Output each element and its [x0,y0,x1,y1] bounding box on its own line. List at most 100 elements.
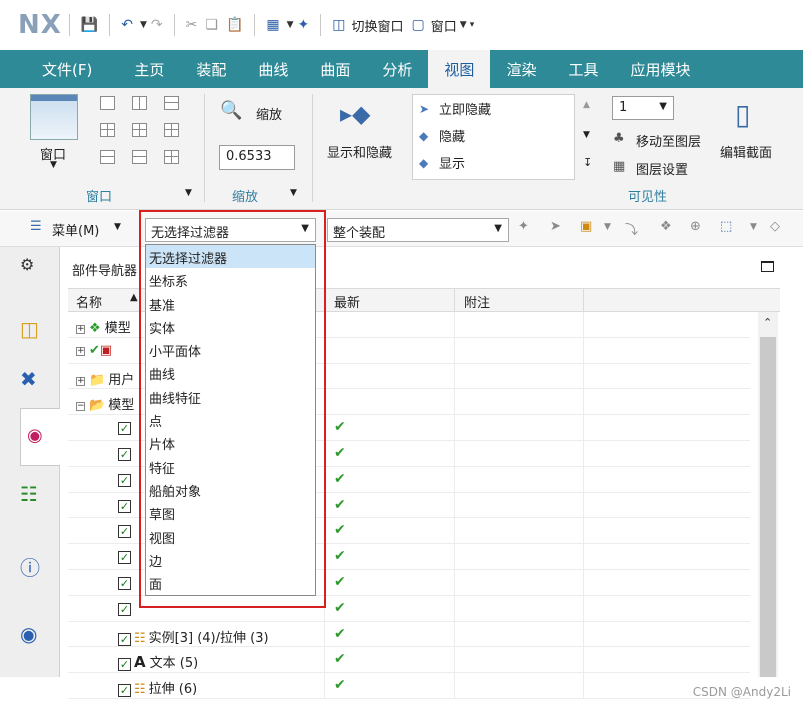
tab-surface[interactable]: 曲面 [304,50,366,88]
layout-three-right-icon[interactable] [132,123,147,137]
visibility-checkbox[interactable]: ✓ [118,525,131,539]
select-curve-icon[interactable]: ⤵ [625,219,638,238]
assembly-navigator-icon[interactable]: ◫ [20,317,39,341]
filter-option-point[interactable]: 点 [146,408,315,431]
select-feature-icon[interactable]: ➤ [550,219,561,234]
window-menu-button[interactable]: 窗口 [431,16,457,35]
visibility-checkbox[interactable]: ✓ [118,499,131,513]
tree-row[interactable]: ✓ ☷ 实例[3] (4)/拉伸 (3) ✔ [68,621,750,648]
edit-section-icon[interactable]: ▯ [735,98,750,131]
menu-icon[interactable]: ☰ [30,219,42,234]
scope-filter-select[interactable]: 整个装配 ▼ [327,218,509,242]
filter-option-curve-feature[interactable]: 曲线特征 [146,385,315,408]
save-icon[interactable]: 💾 [81,17,98,33]
visibility-checkbox[interactable]: ✓ [118,632,131,646]
redo-icon[interactable]: ↷ [151,17,163,33]
menu-dropdown-icon[interactable]: ▼ [114,222,121,232]
window-layout-icon[interactable]: ▦ [266,17,279,33]
switch-window-button[interactable]: 切换窗口 [352,16,404,35]
part-navigator-tab[interactable]: ◉ [20,408,62,466]
sort-up-icon[interactable]: ▲ [130,292,138,303]
show-and-hide-button[interactable]: 显示和隐藏 [327,142,392,161]
scrollbar-thumb[interactable] [760,337,776,677]
switch-window-icon[interactable]: ◫ [332,17,345,33]
maximize-icon[interactable] [761,261,774,272]
scroll-up-icon[interactable]: ⌃ [763,316,772,329]
zoom-value-field[interactable]: 0.6533 [219,145,295,170]
expand-icon[interactable]: + [76,376,85,386]
tab-assembly[interactable]: 装配 [180,50,242,88]
layer-select[interactable]: 1 ▼ [612,96,674,120]
vertical-scrollbar[interactable]: ⌃ [758,312,778,677]
filter-option-curve[interactable]: 曲线 [146,361,315,384]
list-scroll-up-icon[interactable]: ▲ [583,100,590,110]
filter-option-edge[interactable]: 边 [146,548,315,571]
column-note[interactable]: 附注 [464,292,490,311]
window-large-icon[interactable] [30,94,78,140]
layout-three-top-icon[interactable] [132,150,147,164]
list-scroll-down-icon[interactable]: ▼ [583,130,590,140]
info-icon[interactable]: ⓘ [20,552,40,581]
visibility-checkbox[interactable]: ✓ [118,447,131,461]
customize-icon[interactable]: ▾ [470,20,475,30]
list-item[interactable]: ◆ 显示 [413,149,574,176]
filter-option-facet-body[interactable]: 小平面体 [146,338,315,361]
layout-two-horizontal-icon[interactable] [164,96,179,110]
snap-point-icon[interactable]: ✦ [518,219,529,234]
visibility-checkbox[interactable]: ✓ [118,473,131,487]
cut-icon[interactable]: ✂ [186,17,198,33]
tab-tools[interactable]: 工具 [552,50,614,88]
window-group-dropdown-icon[interactable]: ▼ [185,188,192,198]
visibility-checkbox[interactable]: ✓ [118,602,131,616]
reuse-library-icon[interactable]: ☷ [20,482,38,506]
box-select-icon[interactable]: ⬚ [720,219,732,234]
eraser-icon[interactable]: ✦ [298,17,310,33]
window-dropdown-icon[interactable]: ▼ [460,20,467,30]
layout-six-icon[interactable] [164,150,179,164]
selection-intent-icon[interactable]: ▣ [580,219,592,234]
layout-three-bottom-icon[interactable] [100,150,115,164]
filter-option-feature[interactable]: 特征 [146,455,315,478]
column-name[interactable]: 名称 [76,292,102,311]
expand-icon[interactable]: + [76,346,85,356]
visibility-checkbox[interactable]: ✓ [118,422,131,436]
move-to-layer-button[interactable]: 移动至图层 [636,131,701,150]
copy-icon[interactable]: ❏ [205,17,218,33]
window-icon[interactable]: ▢ [412,17,425,33]
move-layer-icon[interactable]: ♣ [613,131,625,146]
column-latest[interactable]: 最新 [334,292,360,311]
filter-option-none[interactable]: 无选择过滤器 [146,245,315,269]
tab-file[interactable]: 文件(F) [0,50,119,88]
visibility-checkbox[interactable]: ✓ [118,684,131,698]
filter-option-solid-body[interactable]: 实体 [146,315,315,338]
undo-icon[interactable]: ↶ [121,17,133,33]
list-item[interactable]: ➤ 立即隐藏 [413,95,574,122]
window-layout-dropdown-icon[interactable]: ▼ [287,20,294,30]
undo-dropdown-icon[interactable]: ▼ [140,20,147,30]
visibility-checkbox[interactable]: ✓ [118,658,131,672]
zoom-button[interactable]: 缩放 [256,104,282,123]
collapse-icon[interactable]: − [76,402,85,412]
select-body-icon[interactable]: ⊕ [690,219,701,234]
tab-home[interactable]: 主页 [118,50,180,88]
edit-section-button[interactable]: 编辑截面 [720,142,772,161]
tree-row[interactable]: ✓ A 文本 (5) ✔ [68,647,750,674]
visibility-checkbox[interactable]: ✓ [118,576,131,590]
constraint-navigator-icon[interactable]: ✖ [20,367,37,391]
layer-settings-button[interactable]: 图层设置 [636,159,688,178]
more-icon[interactable]: ◇ [770,219,780,234]
selection-intent-dropdown-icon[interactable]: ▼ [604,222,611,232]
filter-option-ship-object[interactable]: 船舶对象 [146,478,315,501]
paste-icon[interactable]: 📋 [226,17,243,33]
filter-option-csys[interactable]: 坐标系 [146,268,315,291]
tab-render[interactable]: 渲染 [490,50,552,88]
box-select-dropdown-icon[interactable]: ▼ [750,222,757,232]
tab-applications[interactable]: 应用模块 [614,50,706,88]
filter-option-datum[interactable]: 基准 [146,292,315,315]
window-button-dropdown-icon[interactable]: ▼ [50,160,57,170]
filter-option-sketch[interactable]: 草图 [146,501,315,524]
select-face-icon[interactable]: ❖ [660,219,672,234]
tab-curve[interactable]: 曲线 [242,50,304,88]
list-item[interactable]: ◆ 隐藏 [413,122,574,149]
filter-option-view[interactable]: 视图 [146,525,315,548]
